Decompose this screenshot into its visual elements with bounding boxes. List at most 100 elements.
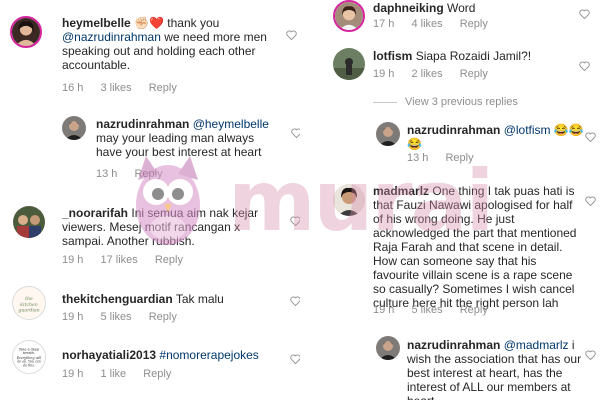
comment-reply-item: nazrudinrahman @heymelbelle may your lea… xyxy=(0,100,302,192)
avatar[interactable] xyxy=(13,206,45,238)
reply-button[interactable]: Reply xyxy=(155,254,183,266)
comment-likes[interactable]: 1 like xyxy=(100,368,126,380)
comment-item: _noorarifah Ini semua aim nak kejar view… xyxy=(0,192,301,274)
comment-meta: 19 h 5 likes Reply xyxy=(373,304,502,316)
comment-hashtag[interactable]: #nomorerapejokes xyxy=(159,348,258,362)
heart-icon[interactable] xyxy=(579,61,590,71)
comment-meta: 19 h 5 likes Reply xyxy=(62,311,191,323)
comment-meta: 13 h Reply xyxy=(96,168,177,180)
avatar[interactable] xyxy=(333,0,365,32)
comment-meta: 16 h 3 likes Reply xyxy=(62,82,191,94)
comment-body: norhayatiali2013 #nomorerapejokes xyxy=(62,348,284,362)
comment-body: thekitchenguardian Tak malu xyxy=(62,292,284,306)
comment-item: madmarlz One thing I tak puas hati is th… xyxy=(303,170,600,328)
comment-username[interactable]: thekitchenguardian xyxy=(62,292,173,306)
comment-reply-item: nazrudinrahman @madmarlz i wish the asso… xyxy=(303,328,600,400)
comment-time: 17 h xyxy=(373,18,395,30)
comment-username[interactable]: _noorarifah xyxy=(62,206,128,220)
comment-item: Take a deep breath. Everything will be o… xyxy=(0,334,301,400)
heart-icon[interactable] xyxy=(585,350,596,360)
comment-mention[interactable]: @heymelbelle xyxy=(193,117,269,131)
comments-column-right: daphneiking Word 17 h 4 likes Reply lotf… xyxy=(300,0,600,400)
comment-username[interactable]: nazrudinrahman xyxy=(96,117,189,131)
svg-text:kitchen: kitchen xyxy=(20,302,38,308)
comment-body: heymelbelle ✊🏻❤️ thank you @nazrudinrahm… xyxy=(62,16,282,72)
comment-body: _noorarifah Ini semua aim nak kejar view… xyxy=(62,206,284,248)
comment-meta: 19 h 1 like Reply xyxy=(62,368,185,380)
heart-icon[interactable] xyxy=(286,30,297,40)
reply-button[interactable]: Reply xyxy=(143,368,171,380)
comment-item: heymelbelle ✊🏻❤️ thank you @nazrudinrahm… xyxy=(0,0,300,100)
avatar[interactable] xyxy=(333,184,365,216)
view-previous-replies-button[interactable]: View 3 previous replies xyxy=(373,96,518,108)
heart-icon[interactable] xyxy=(585,132,596,142)
comment-item: daphneiking Word 17 h 4 likes Reply xyxy=(303,0,600,40)
reply-button[interactable]: Reply xyxy=(149,82,177,94)
comment-username[interactable]: norhayatiali2013 xyxy=(62,348,156,362)
reply-button[interactable]: Reply xyxy=(149,311,177,323)
comment-username[interactable]: nazrudinrahman xyxy=(407,338,500,352)
comment-emoji: ✊🏻❤️ thank you xyxy=(134,16,220,30)
comment-body: nazrudinrahman @heymelbelle may your lea… xyxy=(96,117,280,159)
comment-body: lotfism Siapa Rozaidi Jamil?! xyxy=(373,49,573,63)
svg-text:guardian: guardian xyxy=(18,307,39,313)
comment-likes[interactable]: 5 likes xyxy=(100,311,131,323)
comment-reply-item: nazrudinrahman @lotfism 😂😂😂 13 h Reply xyxy=(303,112,600,170)
comment-item: lotfism Siapa Rozaidi Jamil?! 19 h 2 lik… xyxy=(303,40,600,90)
heart-icon[interactable] xyxy=(585,196,596,206)
comment-likes[interactable]: 2 likes xyxy=(411,68,442,80)
comment-text: One thing I tak puas hati is that Fauzi … xyxy=(373,184,577,310)
avatar[interactable] xyxy=(376,336,400,360)
svg-text:do this.: do this. xyxy=(23,363,35,367)
view-replies-label[interactable]: View 3 previous replies xyxy=(405,96,518,108)
reply-button[interactable]: Reply xyxy=(445,152,473,164)
comment-meta: 19 h 17 likes Reply xyxy=(62,254,197,266)
comment-time: 13 h xyxy=(407,152,429,164)
comment-username[interactable]: madmarlz xyxy=(373,184,429,198)
reply-button[interactable]: Reply xyxy=(134,168,162,180)
reply-button[interactable]: Reply xyxy=(460,68,488,80)
reply-button[interactable]: Reply xyxy=(460,304,488,316)
heart-icon[interactable] xyxy=(579,9,590,19)
avatar[interactable] xyxy=(333,48,365,80)
comment-body: nazrudinrahman @lotfism 😂😂😂 xyxy=(407,123,587,151)
svg-text:the: the xyxy=(25,296,33,302)
comment-mention[interactable]: @nazrudinrahman xyxy=(62,30,161,44)
comment-meta: 19 h 2 likes Reply xyxy=(373,68,502,80)
comment-mention[interactable]: @madmarlz xyxy=(504,338,569,352)
comment-time: 19 h xyxy=(62,311,84,323)
comment-body: nazrudinrahman @madmarlz i wish the asso… xyxy=(407,338,587,400)
comment-meta: 17 h 4 likes Reply xyxy=(373,18,502,30)
comment-time: 13 h xyxy=(96,168,118,180)
reply-button[interactable]: Reply xyxy=(460,18,488,30)
avatar[interactable] xyxy=(10,16,42,48)
comment-meta: 13 h Reply xyxy=(407,152,488,164)
comments-column-left: heymelbelle ✊🏻❤️ thank you @nazrudinrahm… xyxy=(0,0,302,400)
avatar[interactable]: the kitchen guardian xyxy=(12,286,46,320)
comment-text: Word xyxy=(447,1,476,15)
avatar[interactable] xyxy=(62,116,86,140)
comment-likes[interactable]: 4 likes xyxy=(411,18,442,30)
comment-likes[interactable]: 5 likes xyxy=(411,304,442,316)
comment-time: 19 h xyxy=(62,368,84,380)
comment-username[interactable]: lotfism xyxy=(373,49,412,63)
comment-text: Tak malu xyxy=(175,292,224,306)
comment-time: 19 h xyxy=(373,68,395,80)
comment-time: 19 h xyxy=(62,254,84,266)
comment-username[interactable]: nazrudinrahman xyxy=(407,123,500,137)
comment-time: 16 h xyxy=(62,82,84,94)
comment-username[interactable]: heymelbelle xyxy=(62,16,131,30)
comment-text: Siapa Rozaidi Jamil?! xyxy=(415,49,532,63)
comment-likes[interactable]: 17 likes xyxy=(100,254,137,266)
comment-body: madmarlz One thing I tak puas hati is th… xyxy=(373,184,585,310)
comment-body: daphneiking Word xyxy=(373,1,573,15)
comment-username[interactable]: daphneiking xyxy=(373,1,444,15)
comment-mention[interactable]: @lotfism xyxy=(504,123,551,137)
avatar[interactable] xyxy=(376,122,400,146)
comment-item: the kitchen guardian thekitchenguardian Ta… xyxy=(0,274,301,334)
comment-time: 19 h xyxy=(373,304,395,316)
divider-line xyxy=(373,101,397,103)
svg-text:breath.: breath. xyxy=(23,351,35,355)
comment-likes[interactable]: 3 likes xyxy=(100,82,131,94)
avatar[interactable]: Take a deep breath. Everything will be o… xyxy=(12,340,46,374)
